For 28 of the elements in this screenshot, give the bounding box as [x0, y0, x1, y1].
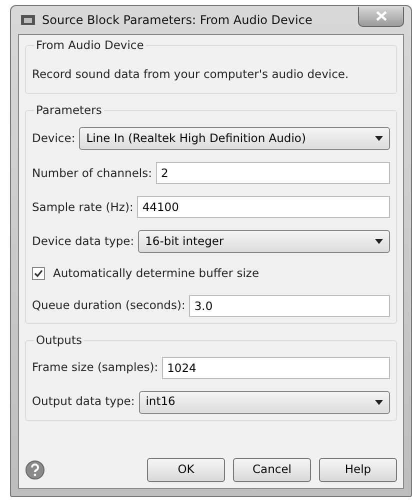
- group-description: Record sound data from your computer's audio device.: [32, 66, 350, 83]
- dropdown[interactable]: 16-bit integer: [138, 230, 390, 254]
- checkbox-label: Automatically determine buffer size: [53, 265, 260, 282]
- dialog-button[interactable]: Help: [319, 458, 397, 482]
- close-button[interactable]: [358, 7, 404, 27]
- input-field[interactable]: 1024: [162, 356, 390, 378]
- caret-icon: [375, 136, 383, 142]
- field-label: Output data type:: [32, 393, 135, 410]
- input-field[interactable]: 44100: [137, 196, 390, 218]
- caret-icon: [375, 400, 383, 404]
- dropdown[interactable]: Line In (Realtek High Definition Audio): [79, 127, 390, 150]
- field-label: Sample rate (Hz):: [32, 198, 134, 216]
- field-label: Number of channels:: [32, 164, 152, 182]
- checkbox[interactable]: [32, 267, 45, 280]
- block-icon: [20, 13, 36, 27]
- help-icon[interactable]: [25, 460, 45, 480]
- field-label: Queue duration (seconds):: [32, 296, 186, 314]
- field-label: Frame size (samples):: [32, 358, 158, 376]
- dialog-button[interactable]: Cancel: [233, 458, 311, 482]
- dialog-button[interactable]: OK: [147, 458, 225, 482]
- close-icon: [376, 10, 386, 21]
- field-label: Device data type:: [32, 233, 134, 250]
- dropdown[interactable]: int16: [138, 390, 390, 414]
- field-label: Device:: [32, 130, 76, 148]
- input-field[interactable]: 3.0: [189, 294, 390, 316]
- caret-icon: [375, 239, 383, 244]
- window-title: Source Block Parameters: From Audio Device: [42, 12, 312, 29]
- input-field[interactable]: 2: [156, 162, 390, 184]
